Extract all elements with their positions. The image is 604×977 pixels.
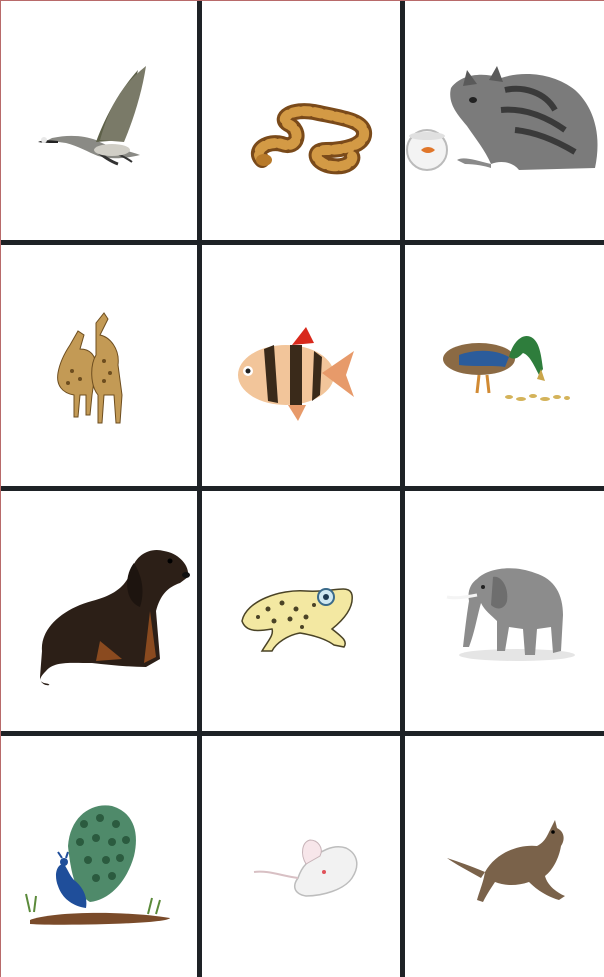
cell-duck[interactable] [405, 245, 604, 486]
cell-elephant[interactable] [405, 491, 604, 731]
top-edge-line [0, 0, 604, 1]
cell-cat[interactable] [405, 0, 604, 240]
cat-icon [406, 66, 598, 171]
dog-icon [40, 549, 190, 686]
fish-icon [238, 327, 354, 421]
giraffe-icon [57, 312, 123, 424]
peacock-icon [25, 805, 170, 925]
cell-kangaroo[interactable] [405, 736, 604, 977]
cell-fish[interactable] [202, 245, 400, 486]
kangaroo-icon [447, 820, 565, 902]
left-edge-line [0, 0, 1, 977]
snake-icon [251, 103, 372, 175]
cell-snake[interactable] [202, 0, 400, 240]
cell-peacock[interactable] [0, 736, 197, 977]
cell-mouse[interactable] [202, 736, 400, 977]
elephant-icon [446, 568, 575, 661]
animal-grid [0, 0, 604, 977]
mouse-icon [253, 839, 358, 897]
cell-giraffe[interactable] [0, 245, 197, 486]
cell-dog[interactable] [0, 491, 197, 731]
cell-goose[interactable] [0, 0, 197, 240]
cell-frog[interactable] [202, 491, 400, 731]
duck-icon [443, 335, 570, 401]
goose-icon [38, 66, 146, 166]
frog-icon [241, 588, 353, 652]
